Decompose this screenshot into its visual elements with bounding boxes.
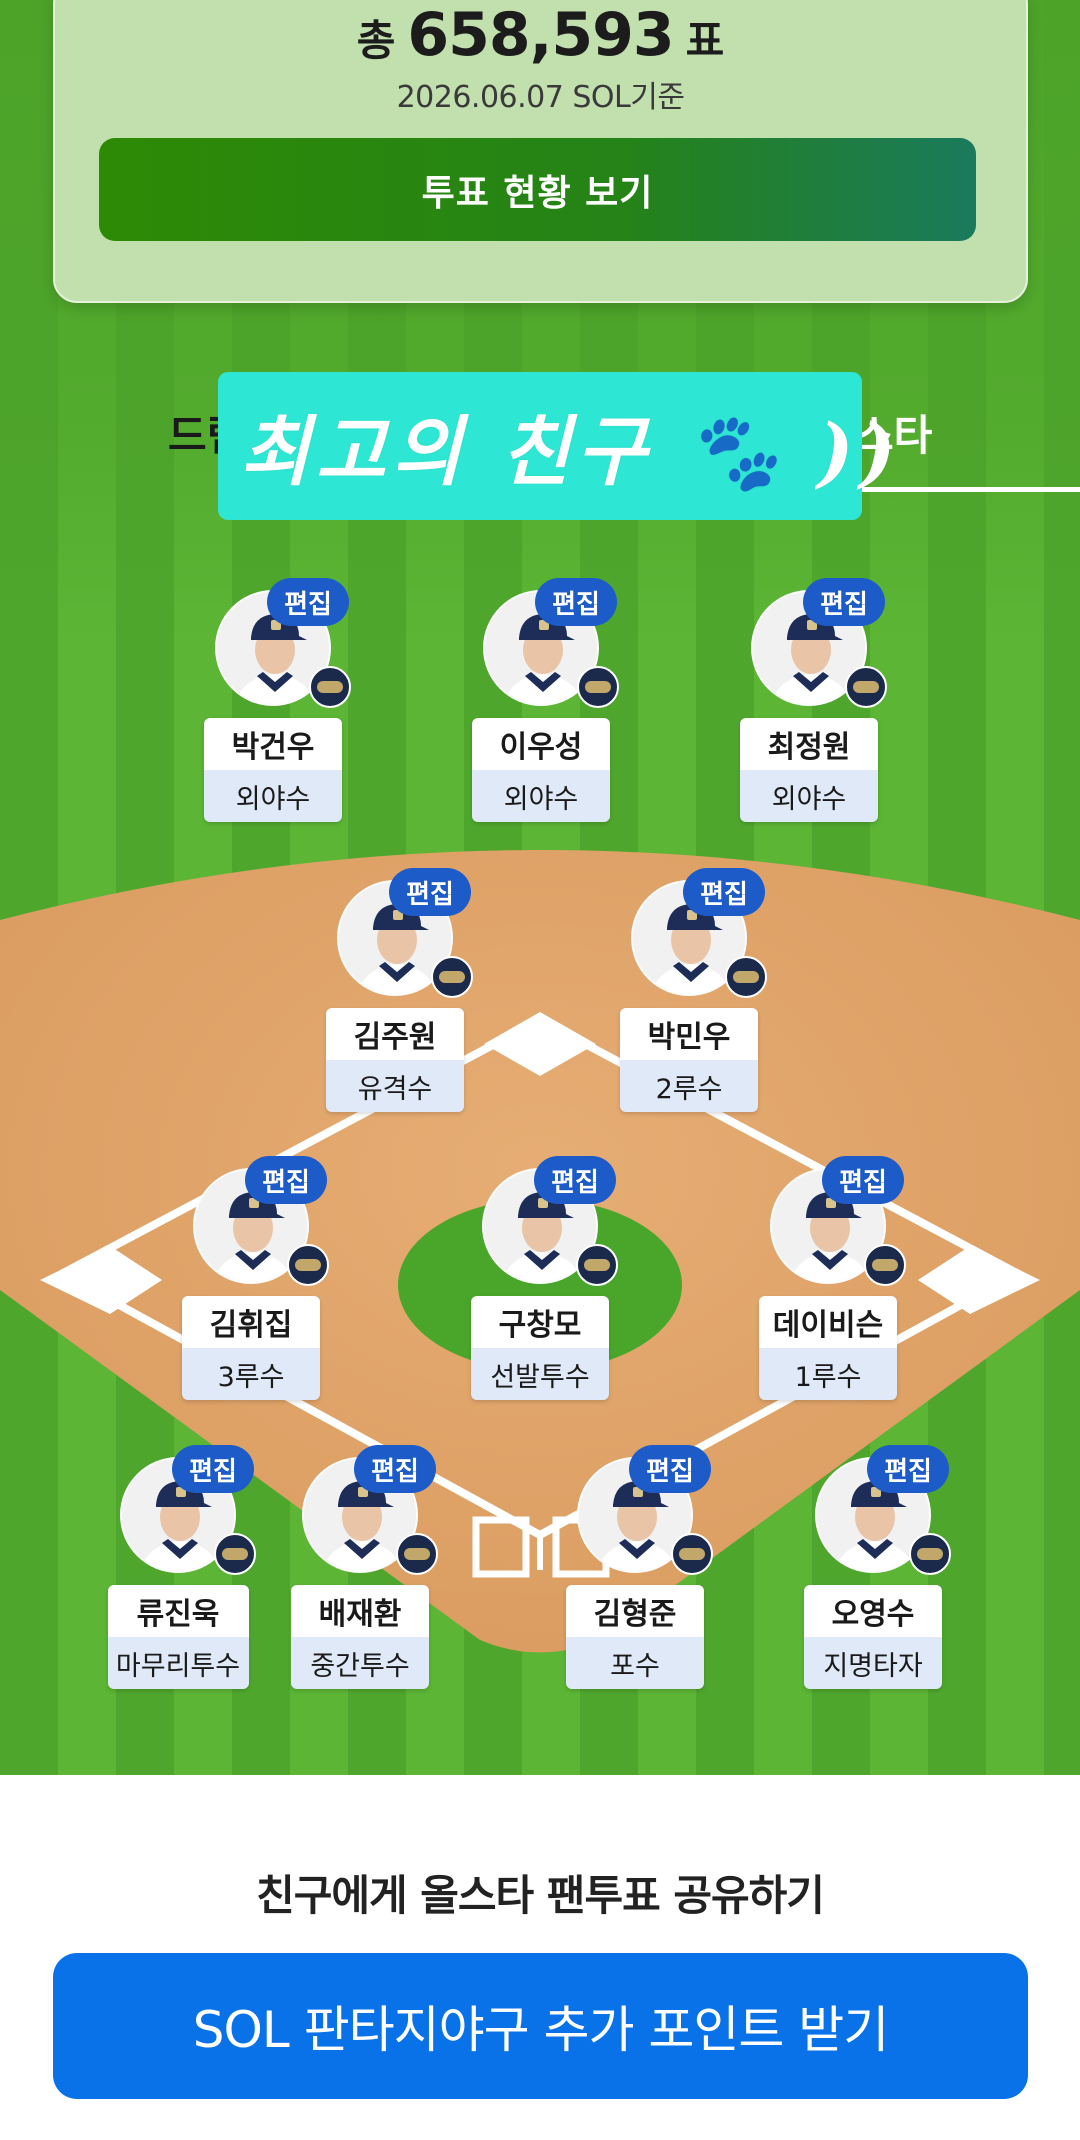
bonus-points-button[interactable]: SOL 판타지야구 추가 포인트 받기 bbox=[53, 1953, 1028, 2099]
player-label: 데이비슨 1루수 bbox=[759, 1296, 897, 1400]
edit-button[interactable]: 편집 bbox=[629, 1445, 711, 1493]
player-label: 이우성 외야수 bbox=[472, 718, 610, 822]
player-position: 지명타자 bbox=[804, 1637, 942, 1689]
team-logo-icon bbox=[671, 1533, 713, 1575]
edit-button[interactable]: 편집 bbox=[389, 868, 471, 916]
edit-button[interactable]: 편집 bbox=[534, 1156, 616, 1204]
edit-button[interactable]: 편집 bbox=[267, 578, 349, 626]
player-position: 포수 bbox=[566, 1637, 704, 1689]
vote-summary-card: 총 658,593 표 2026.06.07 SOL기준 투표 현황 보기 bbox=[53, 0, 1028, 303]
team-logo-icon bbox=[287, 1244, 329, 1286]
player-name: 구창모 bbox=[471, 1296, 609, 1348]
player-position: 선발투수 bbox=[471, 1348, 609, 1400]
player-position: 외야수 bbox=[740, 770, 878, 822]
share-title: 친구에게 올스타 팬투표 공유하기 bbox=[256, 1871, 825, 1920]
edit-button[interactable]: 편집 bbox=[867, 1445, 949, 1493]
player-label: 김휘집 3루수 bbox=[182, 1296, 320, 1400]
vote-total-prefix: 총 bbox=[356, 16, 396, 65]
team-logo-icon bbox=[214, 1533, 256, 1575]
vote-total: 총 658,593 표 bbox=[55, 0, 1026, 70]
player-label: 배재환 중간투수 bbox=[291, 1585, 429, 1689]
team-logo-icon bbox=[577, 666, 619, 708]
player-name: 김휘집 bbox=[182, 1296, 320, 1348]
player-name: 오영수 bbox=[804, 1585, 942, 1637]
team-logo-icon bbox=[576, 1244, 618, 1286]
player-position: 유격수 bbox=[326, 1060, 464, 1112]
player-position: 외야수 bbox=[204, 770, 342, 822]
player-name: 배재환 bbox=[291, 1585, 429, 1637]
team-logo-icon bbox=[396, 1533, 438, 1575]
player-position: 1루수 bbox=[759, 1348, 897, 1400]
team-logo-icon bbox=[909, 1533, 951, 1575]
player-label: 구창모 선발투수 bbox=[471, 1296, 609, 1400]
player-name: 김형준 bbox=[566, 1585, 704, 1637]
vote-total-count: 658,593 bbox=[407, 0, 674, 70]
player-label: 류진욱 마무리투수 bbox=[107, 1585, 249, 1689]
text-sticker: 최고의 친구 🐾 )) bbox=[218, 372, 896, 520]
team-logo-icon bbox=[431, 956, 473, 998]
edit-button[interactable]: 편집 bbox=[683, 868, 765, 916]
player-name: 이우성 bbox=[472, 718, 610, 770]
player-name: 류진욱 bbox=[107, 1585, 249, 1637]
player-position: 외야수 bbox=[472, 770, 610, 822]
edit-button[interactable]: 편집 bbox=[245, 1156, 327, 1204]
player-label: 최정원 외야수 bbox=[740, 718, 878, 822]
player-name: 박민우 bbox=[620, 1008, 758, 1060]
player-name: 최정원 bbox=[740, 718, 878, 770]
player-position: 3루수 bbox=[182, 1348, 320, 1400]
player-position: 2루수 bbox=[620, 1060, 758, 1112]
player-position: 마무리투수 bbox=[107, 1637, 249, 1689]
edit-button[interactable]: 편집 bbox=[172, 1445, 254, 1493]
team-logo-icon bbox=[845, 666, 887, 708]
vote-status-button[interactable]: 투표 현황 보기 bbox=[99, 138, 976, 241]
edit-button[interactable]: 편집 bbox=[822, 1156, 904, 1204]
team-logo-icon bbox=[309, 666, 351, 708]
vote-date: 2026.06.07 SOL기준 bbox=[396, 80, 685, 115]
player-name: 김주원 bbox=[326, 1008, 464, 1060]
player-name: 박건우 bbox=[204, 718, 342, 770]
player-label: 박민우 2루수 bbox=[620, 1008, 758, 1112]
team-logo-icon bbox=[725, 956, 767, 998]
player-label: 박건우 외야수 bbox=[204, 718, 342, 822]
player-label: 오영수 지명타자 bbox=[804, 1585, 942, 1689]
player-label: 김형준 포수 bbox=[566, 1585, 704, 1689]
player-label: 김주원 유격수 bbox=[326, 1008, 464, 1112]
edit-button[interactable]: 편집 bbox=[803, 578, 885, 626]
player-name: 데이비슨 bbox=[759, 1296, 897, 1348]
team-logo-icon bbox=[864, 1244, 906, 1286]
edit-button[interactable]: 편집 bbox=[354, 1445, 436, 1493]
player-position: 중간투수 bbox=[291, 1637, 429, 1689]
edit-button[interactable]: 편집 bbox=[535, 578, 617, 626]
sticker-text: 최고의 친구 🐾 )) bbox=[240, 407, 902, 496]
vote-total-suffix: 표 bbox=[685, 16, 725, 65]
